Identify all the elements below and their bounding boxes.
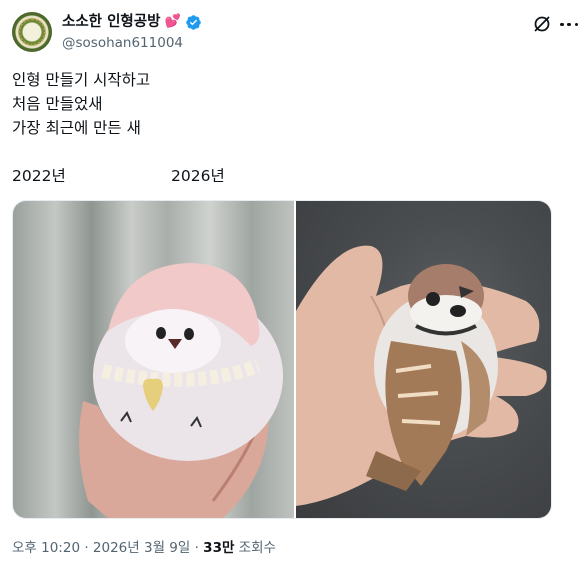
timestamp[interactable]: 오후 10:20 · 2026년 3월 9일 · — [12, 540, 203, 556]
grok-slash-icon[interactable] — [532, 14, 552, 34]
more-icon[interactable] — [560, 22, 578, 27]
views-count: 33만 — [203, 540, 235, 556]
avatar[interactable] — [12, 12, 52, 52]
avatar-pattern — [18, 18, 46, 46]
author-handle[interactable]: @sosohan611004 — [62, 35, 183, 52]
year-right: 2026년 — [171, 167, 225, 185]
sparrow-doll-photo[interactable] — [296, 201, 551, 518]
felt-bird-illustration — [79, 263, 283, 518]
year-left: 2022년 — [12, 167, 66, 185]
tweet-line-2: 처음 만들었새 — [12, 95, 103, 113]
tweet-line-1: 인형 만들기 시작하고 — [12, 71, 151, 89]
tweet-meta: 오후 10:20 · 2026년 3월 9일 · 33만 조회수 — [12, 536, 276, 556]
author-name-row[interactable]: 소소한 인형공방 💕 — [62, 13, 202, 31]
display-name[interactable]: 소소한 인형공방 — [62, 13, 160, 31]
heart-emoji: 💕 — [164, 14, 181, 29]
tweet-text: 인형 만들기 시작하고 처음 만들었새 가장 최근에 만든 새 — [12, 68, 150, 140]
more-dot — [560, 22, 564, 27]
views-label: 조회수 — [234, 540, 276, 556]
sparrow-illustration — [296, 245, 547, 506]
more-dot — [567, 22, 571, 27]
media-grid[interactable] — [12, 200, 552, 519]
felt-bird-doll-photo[interactable] — [13, 201, 294, 518]
tweet-line-3: 가장 최근에 만든 새 — [12, 119, 141, 137]
more-dot — [574, 22, 578, 27]
verified-badge-icon — [185, 14, 201, 30]
